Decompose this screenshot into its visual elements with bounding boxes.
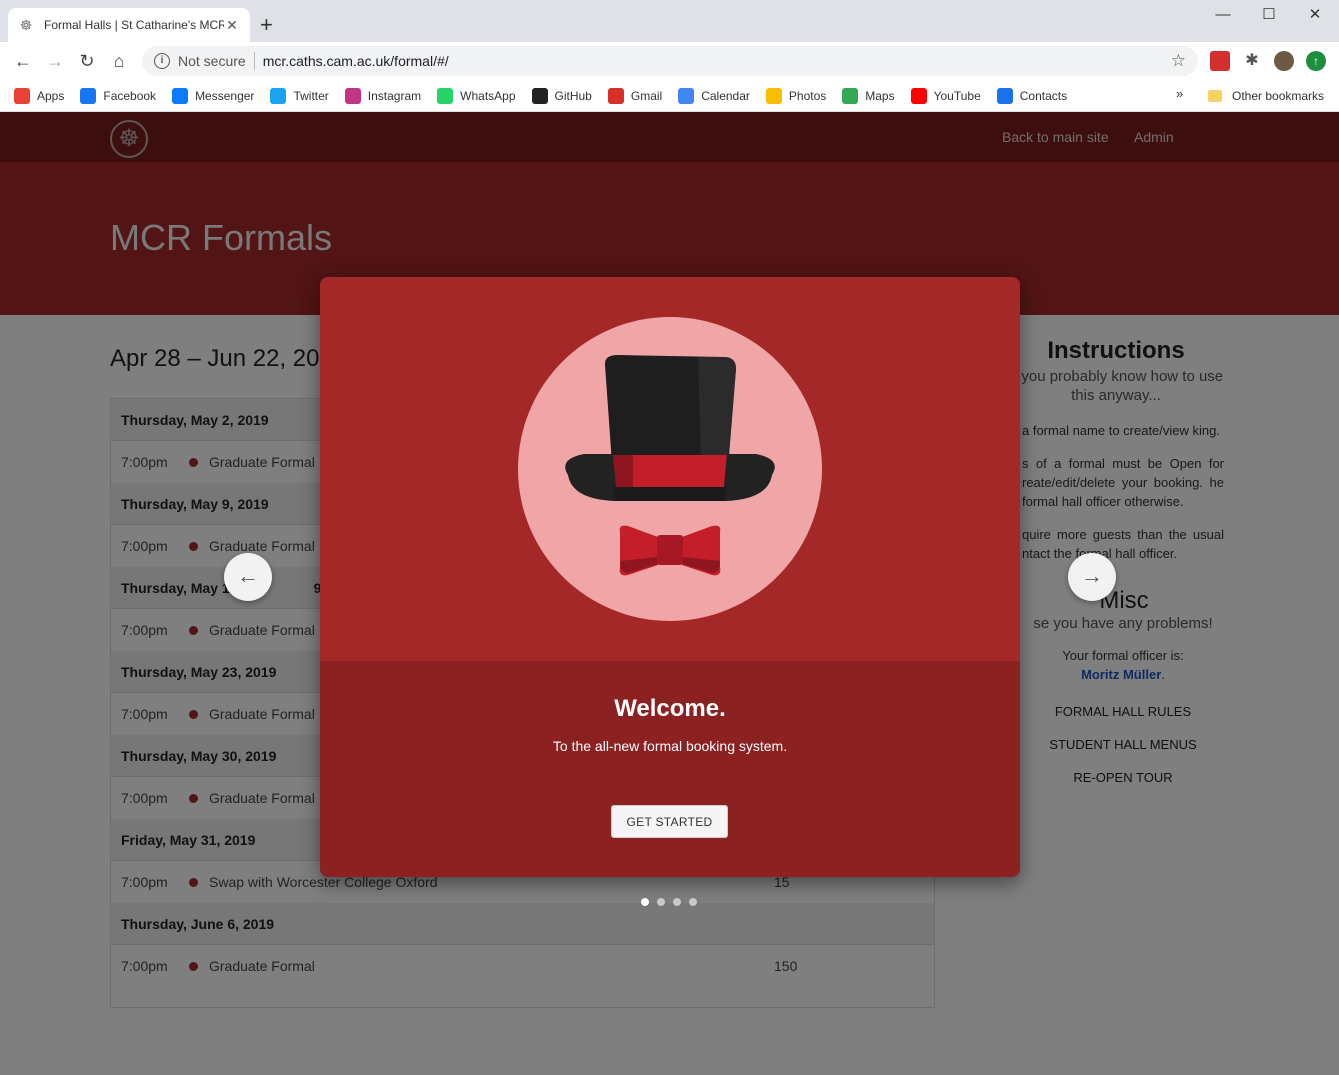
forward-button[interactable]: →	[44, 50, 66, 72]
whatsapp-icon	[437, 87, 454, 104]
bookmark-calendar[interactable]: Calendar	[678, 87, 750, 104]
instagram-icon	[344, 87, 361, 104]
photos-icon	[765, 87, 782, 104]
folder-icon	[1208, 90, 1222, 102]
messenger-icon	[172, 87, 189, 104]
bookmark-label: Contacts	[1019, 88, 1068, 103]
facebook-icon	[80, 87, 97, 104]
bookmark-contacts[interactable]: Contacts	[996, 87, 1068, 104]
welcome-tour-modal: Welcome. To the all-new formal booking s…	[320, 277, 1020, 877]
url-text[interactable]: mcr.caths.cam.ac.uk/formal/#/	[263, 53, 1171, 69]
bookmark-label: Messenger	[195, 88, 255, 103]
extensions-puzzle-icon[interactable]: ✱	[1242, 51, 1262, 71]
bookmark-facebook[interactable]: Facebook	[80, 87, 157, 104]
arrow-left-icon: ←	[237, 563, 259, 588]
omnibox-divider	[253, 52, 255, 70]
bookmark-label: Gmail	[630, 88, 663, 103]
modal-illustration-panel	[320, 277, 1020, 661]
bookmark-label: Maps	[865, 88, 895, 103]
bookmark-messenger[interactable]: Messenger	[172, 87, 255, 104]
bookmark-gmail[interactable]: Gmail	[607, 87, 663, 104]
bookmark-label: WhatsApp	[460, 88, 516, 103]
bookmarks-bar: Apps Facebook Messenger Twitter Instagram Wha…	[0, 80, 1339, 112]
get-started-button[interactable]: GET STARTED	[611, 805, 728, 838]
site-favicon-icon: ☸	[19, 17, 33, 33]
site-info-icon[interactable]: i	[154, 53, 170, 69]
youtube-icon	[910, 87, 927, 104]
back-button[interactable]: ←	[12, 50, 34, 72]
bookmark-github[interactable]: GitHub	[531, 87, 592, 104]
bookmark-youtube[interactable]: YouTube	[910, 87, 981, 104]
reload-button[interactable]: ↻	[76, 50, 98, 72]
next-slide-button[interactable]: →	[1068, 553, 1116, 601]
arrow-right-icon: →	[1081, 563, 1103, 588]
bookmarks-overflow-button[interactable]: »	[1176, 86, 1183, 101]
welcome-subtitle: To the all-new formal booking system.	[552, 738, 788, 754]
tab-strip: ☸ Formal Halls | St Catharine's MCR ✕ + …	[0, 0, 1339, 42]
bookmark-label: Photos	[788, 88, 827, 103]
tab-title: Formal Halls | St Catharine's MCR	[44, 18, 224, 32]
illustration-circle	[518, 317, 822, 621]
extension-mega-icon[interactable]	[1210, 51, 1230, 71]
previous-slide-button[interactable]: ←	[224, 553, 272, 601]
top-hat-bowtie-icon	[565, 355, 775, 576]
bookmark-apps[interactable]: Apps	[14, 87, 65, 104]
bookmark-label: GitHub	[554, 88, 592, 103]
minimize-button[interactable]: —	[1203, 4, 1243, 26]
other-bookmarks[interactable]: Other bookmarks	[1208, 80, 1324, 112]
slide-dot-4[interactable]	[689, 898, 697, 906]
slide-dot-1[interactable]	[641, 898, 649, 906]
browser-toolbar: ← → ↻ ⌂ i Not secure mcr.caths.cam.ac.uk…	[0, 42, 1339, 80]
profile-avatar[interactable]	[1274, 51, 1294, 71]
bookmark-label: Facebook	[103, 88, 157, 103]
contacts-icon	[996, 87, 1013, 104]
bookmark-photos[interactable]: Photos	[765, 87, 827, 104]
update-icon[interactable]: ↑	[1306, 51, 1326, 71]
new-tab-button[interactable]: +	[260, 14, 273, 36]
tab-close-icon[interactable]: ✕	[224, 17, 240, 34]
bookmark-star-icon[interactable]: ☆	[1171, 51, 1186, 71]
other-bookmarks-label: Other bookmarks	[1232, 89, 1325, 103]
twitter-icon	[270, 87, 287, 104]
maps-icon	[842, 87, 859, 104]
browser-tab[interactable]: ☸ Formal Halls | St Catharine's MCR ✕	[8, 8, 250, 42]
bookmark-label: Calendar	[701, 88, 750, 103]
bookmark-label: Instagram	[367, 88, 422, 103]
bookmark-label: Apps	[37, 88, 65, 103]
window-close-button[interactable]: ✕	[1295, 4, 1335, 26]
maximize-button[interactable]: ☐	[1249, 4, 1289, 26]
github-icon	[531, 87, 548, 104]
bookmark-twitter[interactable]: Twitter	[270, 87, 329, 104]
bookmark-label: Twitter	[293, 88, 329, 103]
welcome-title: Welcome.	[614, 695, 726, 722]
bookmark-maps[interactable]: Maps	[842, 87, 895, 104]
bookmark-label: YouTube	[933, 88, 981, 103]
apps-grid-icon	[14, 87, 30, 104]
address-bar[interactable]: i Not secure mcr.caths.cam.ac.uk/formal/…	[142, 46, 1198, 76]
bookmark-whatsapp[interactable]: WhatsApp	[437, 87, 516, 104]
gmail-icon	[607, 87, 624, 104]
slide-dot-3[interactable]	[673, 898, 681, 906]
bookmark-instagram[interactable]: Instagram	[344, 87, 422, 104]
slide-dot-2[interactable]	[657, 898, 665, 906]
slide-pagination	[641, 898, 705, 906]
calendar-icon	[678, 87, 695, 104]
security-label: Not secure	[178, 53, 246, 69]
home-button[interactable]: ⌂	[108, 50, 130, 72]
